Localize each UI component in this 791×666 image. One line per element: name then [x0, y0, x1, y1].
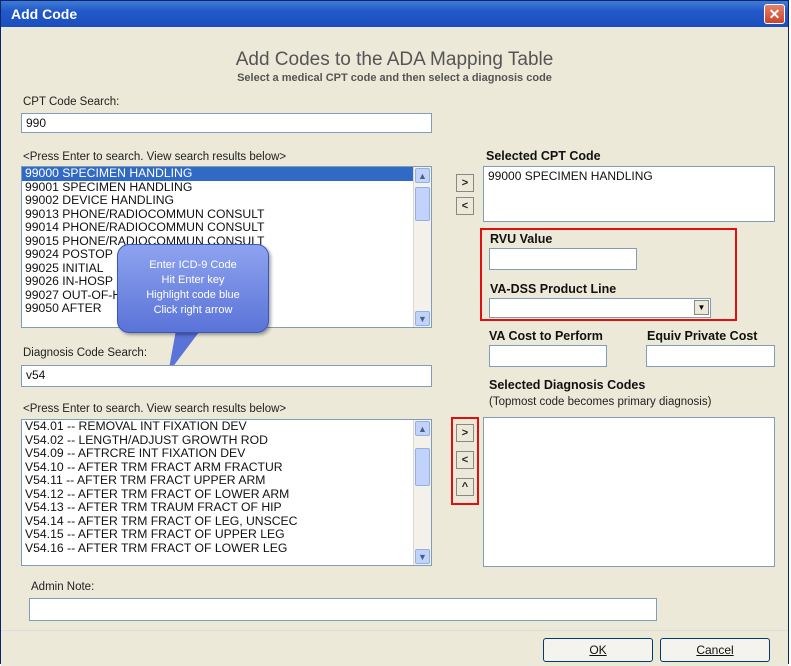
- scroll-thumb[interactable]: [415, 187, 430, 221]
- dialog-subheading: Select a medical CPT code and then selec…: [237, 72, 552, 84]
- list-item[interactable]: V54.10 -- AFTER TRM FRACT ARM FRACTUR: [22, 460, 431, 475]
- selected-diagnosis-note: (Topmost code becomes primary diagnosis): [489, 396, 712, 408]
- add-diagnosis-arrow-button[interactable]: >: [456, 424, 474, 442]
- va-cost-label: VA Cost to Perform: [489, 329, 603, 343]
- rvu-input[interactable]: [489, 248, 637, 270]
- selected-cpt-label: Selected CPT Code: [486, 149, 601, 163]
- callout-line: Highlight code blue: [146, 289, 240, 301]
- list-item[interactable]: 99013 PHONE/RADIOCOMMUN CONSULT: [22, 207, 431, 222]
- callout-line: Enter ICD-9 Code: [149, 259, 237, 271]
- list-item[interactable]: 99002 DEVICE HANDLING: [22, 193, 431, 208]
- remove-diagnosis-arrow-button[interactable]: <: [456, 451, 474, 469]
- diagnosis-search-hint: <Press Enter to search. View search resu…: [23, 403, 287, 415]
- list-item[interactable]: V54.09 -- AFTRCRE INT FIXATION DEV: [22, 446, 431, 461]
- help-callout: Enter ICD-9 Code Hit Enter key Highlight…: [117, 244, 269, 333]
- callout-line: Click right arrow: [153, 304, 233, 316]
- window-title: Add Code: [11, 6, 78, 22]
- diagnosis-results-list[interactable]: V54.01 -- REMOVAL INT FIXATION DEV V54.02…: [21, 419, 432, 566]
- ok-button[interactable]: OK: [543, 638, 653, 662]
- chevron-down-icon[interactable]: ▼: [694, 300, 709, 315]
- scroll-thumb[interactable]: [415, 448, 430, 486]
- diagnosis-search-input[interactable]: v54: [21, 365, 432, 387]
- cpt-search-input[interactable]: 990: [21, 113, 432, 133]
- admin-note-label: Admin Note:: [31, 581, 95, 593]
- list-item[interactable]: 99001 SPECIMEN HANDLING: [22, 180, 431, 195]
- private-cost-label: Equiv Private Cost: [647, 329, 758, 343]
- admin-note-input[interactable]: [29, 598, 657, 621]
- close-icon[interactable]: ✕: [764, 4, 785, 24]
- ok-label: OK: [589, 643, 607, 657]
- add-cpt-arrow-button[interactable]: >: [456, 174, 474, 192]
- scroll-up-icon[interactable]: ▲: [415, 421, 430, 436]
- selected-cpt-box[interactable]: 99000 SPECIMEN HANDLING: [483, 166, 775, 222]
- va-cost-input[interactable]: [489, 345, 607, 367]
- rvu-label: RVU Value: [490, 232, 553, 246]
- diagnosis-search-label: Diagnosis Code Search:: [23, 347, 148, 359]
- list-item[interactable]: V54.14 -- AFTER TRM FRACT OF LEG, UNSCEC: [22, 514, 431, 529]
- diagnosis-rows: V54.01 -- REMOVAL INT FIXATION DEV V54.02…: [22, 420, 431, 555]
- product-line-label: VA-DSS Product Line: [490, 282, 617, 296]
- product-line-select[interactable]: ▼: [489, 298, 711, 318]
- title-bar: Add Code ✕: [1, 1, 788, 27]
- remove-cpt-arrow-button[interactable]: <: [456, 197, 474, 215]
- cancel-button[interactable]: Cancel: [660, 638, 770, 662]
- list-item[interactable]: 99014 PHONE/RADIOCOMMUN CONSULT: [22, 220, 431, 235]
- list-item[interactable]: 99000 SPECIMEN HANDLING: [22, 167, 431, 181]
- list-item[interactable]: V54.02 -- LENGTH/ADJUST GROWTH ROD: [22, 433, 431, 448]
- list-item[interactable]: V54.16 -- AFTER TRM FRACT OF LOWER LEG: [22, 541, 431, 556]
- diagnosis-scrollbar[interactable]: ▲ ▼: [413, 420, 431, 565]
- cpt-scrollbar[interactable]: ▲ ▼: [413, 167, 431, 327]
- move-up-arrow-button[interactable]: ^: [456, 478, 474, 496]
- cancel-label: Cancel: [696, 643, 734, 657]
- list-item[interactable]: V54.13 -- AFTER TRM TRAUM FRACT OF HIP: [22, 500, 431, 515]
- selected-diagnosis-label: Selected Diagnosis Codes: [489, 378, 646, 392]
- cpt-search-label: CPT Code Search:: [23, 96, 120, 108]
- dialog-heading: Add Codes to the ADA Mapping Table: [235, 49, 554, 70]
- list-item[interactable]: V54.01 -- REMOVAL INT FIXATION DEV: [22, 420, 431, 434]
- private-cost-input[interactable]: [646, 345, 775, 367]
- scroll-down-icon[interactable]: ▼: [415, 549, 430, 564]
- callout-line: Hit Enter key: [161, 274, 225, 286]
- list-item[interactable]: V54.12 -- AFTER TRM FRACT OF LOWER ARM: [22, 487, 431, 502]
- selected-diagnosis-list[interactable]: [483, 417, 775, 567]
- list-item[interactable]: V54.11 -- AFTER TRM FRACT UPPER ARM: [22, 473, 431, 488]
- add-code-dialog: Add Code ✕ Add Codes to the ADA Mapping …: [0, 0, 789, 666]
- scroll-up-icon[interactable]: ▲: [415, 168, 430, 183]
- cpt-search-hint: <Press Enter to search. View search resu…: [23, 151, 287, 163]
- list-item[interactable]: V54.15 -- AFTER TRM FRACT OF UPPER LEG: [22, 527, 431, 542]
- scroll-down-icon[interactable]: ▼: [415, 311, 430, 326]
